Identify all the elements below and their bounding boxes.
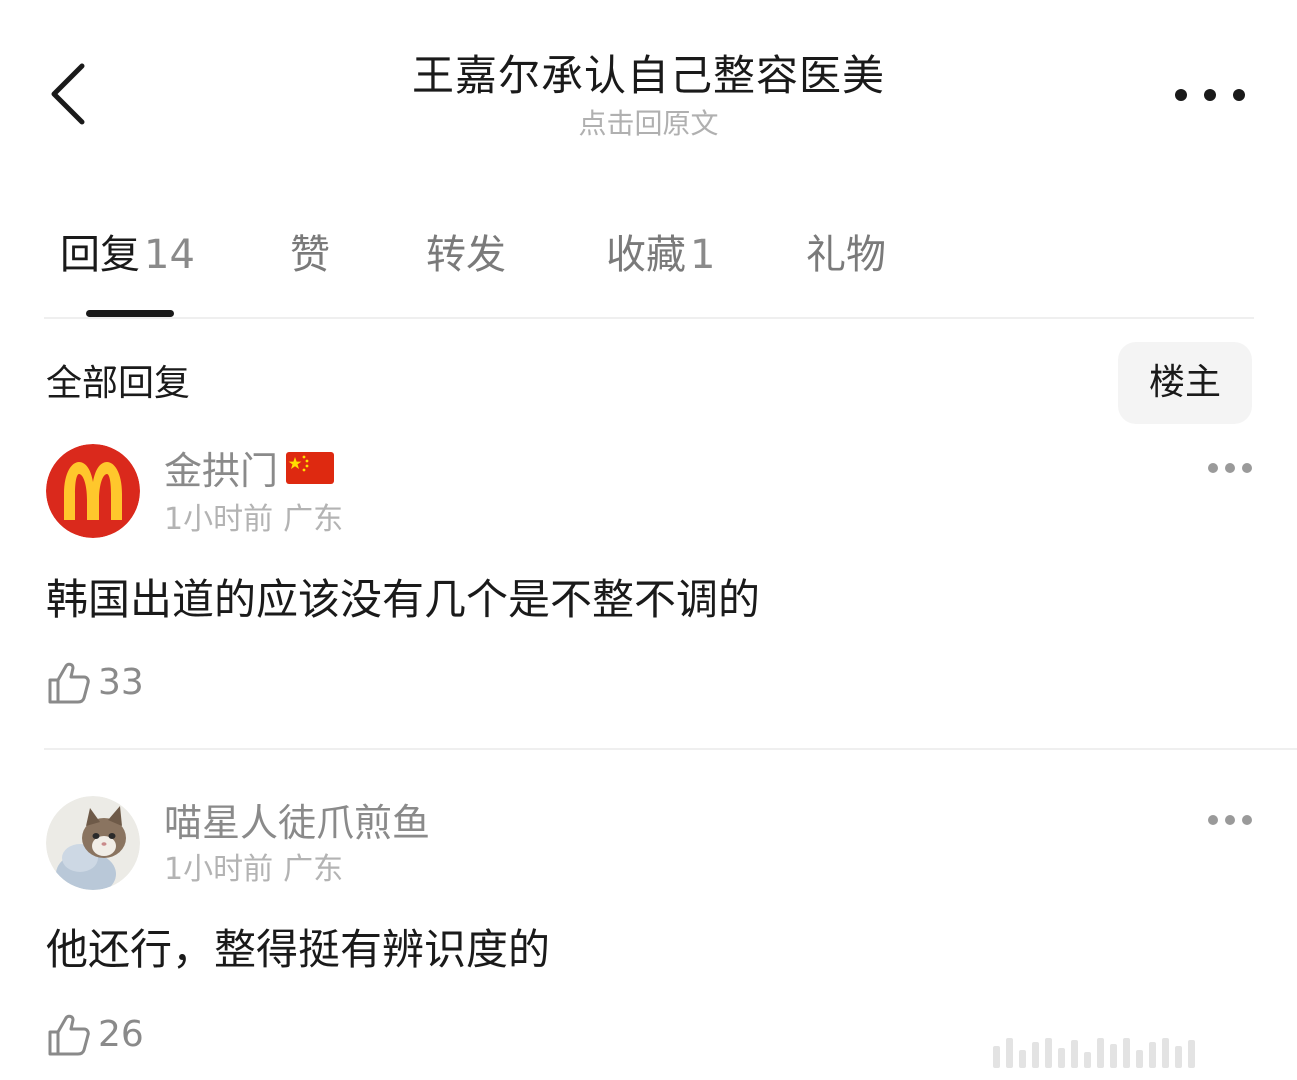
comment-more-button[interactable] [1208, 812, 1252, 828]
username-text: 喵星人徒爪煎鱼 [164, 801, 431, 845]
tab-label: 赞 [290, 232, 330, 278]
more-horizontal-icon [1208, 815, 1218, 825]
tab-bar: 回复 14 赞 转发 收藏 1 礼物 [44, 222, 1254, 318]
tab-label: 收藏 [606, 232, 686, 278]
comment-divider [44, 748, 1297, 750]
tab-likes[interactable]: 赞 [290, 222, 330, 292]
comment-more-button[interactable] [1208, 460, 1252, 476]
more-horizontal-icon [1175, 89, 1187, 101]
thumbs-up-icon [48, 662, 90, 704]
like-count: 33 [98, 662, 144, 703]
china-flag-icon [286, 446, 335, 496]
page-title: 王嘉尔承认自己整容医美 [411, 51, 885, 100]
watermark [993, 1036, 1283, 1068]
comment-username[interactable]: 金拱门 [164, 446, 335, 496]
cat-avatar-icon [46, 796, 140, 890]
tab-count: 14 [144, 232, 195, 278]
tab-label: 回复 [60, 232, 140, 278]
all-replies-heading: 全部回复 [46, 363, 191, 404]
tabs-divider [44, 317, 1254, 319]
like-button[interactable]: 26 [46, 1010, 144, 1060]
tab-count: 1 [690, 232, 716, 278]
like-count: 26 [98, 1014, 144, 1055]
comment-time: 1小时前 [164, 502, 274, 537]
comment-meta: 1小时前 广东 [164, 500, 343, 540]
tab-replies[interactable]: 回复 14 [60, 222, 195, 292]
back-to-original-link[interactable]: 点击回原文 [578, 104, 718, 144]
comment-text: 韩国出道的应该没有几个是不整不调的 [46, 575, 761, 624]
thumbs-up-icon [48, 1014, 90, 1056]
more-horizontal-icon [1208, 463, 1218, 473]
comment-username[interactable]: 喵星人徒爪煎鱼 [164, 798, 430, 848]
active-tab-indicator [86, 310, 174, 317]
tab-label: 转发 [426, 232, 506, 278]
tab-label: 礼物 [806, 232, 886, 278]
comment-location: 广东 [283, 852, 344, 887]
tab-gifts[interactable]: 礼物 [806, 222, 886, 292]
comment-text: 他还行，整得挺有辨识度的 [46, 925, 551, 974]
avatar[interactable] [46, 796, 140, 890]
username-text: 金拱门 [164, 449, 279, 493]
op-only-filter-button[interactable]: 楼主 [1118, 342, 1252, 424]
mcdonalds-logo-icon [46, 444, 140, 538]
comment-meta: 1小时前 广东 [164, 850, 343, 890]
avatar[interactable] [46, 444, 140, 538]
comment-location: 广东 [283, 502, 344, 537]
top-bar: 王嘉尔承认自己整容医美 点击回原文 [0, 0, 1297, 160]
comment-item: 金拱门 1小时前 广东 韩国出道的应该没有几个是不整不调的 33 [0, 440, 1297, 740]
title-block: 王嘉尔承认自己整容医美 点击回原文 [0, 48, 1297, 144]
like-button[interactable]: 33 [46, 658, 144, 708]
tab-reposts[interactable]: 转发 [426, 222, 506, 292]
comment-time: 1小时前 [164, 852, 274, 887]
tab-favorites[interactable]: 收藏 1 [606, 222, 715, 292]
more-options-button[interactable] [1175, 80, 1245, 110]
